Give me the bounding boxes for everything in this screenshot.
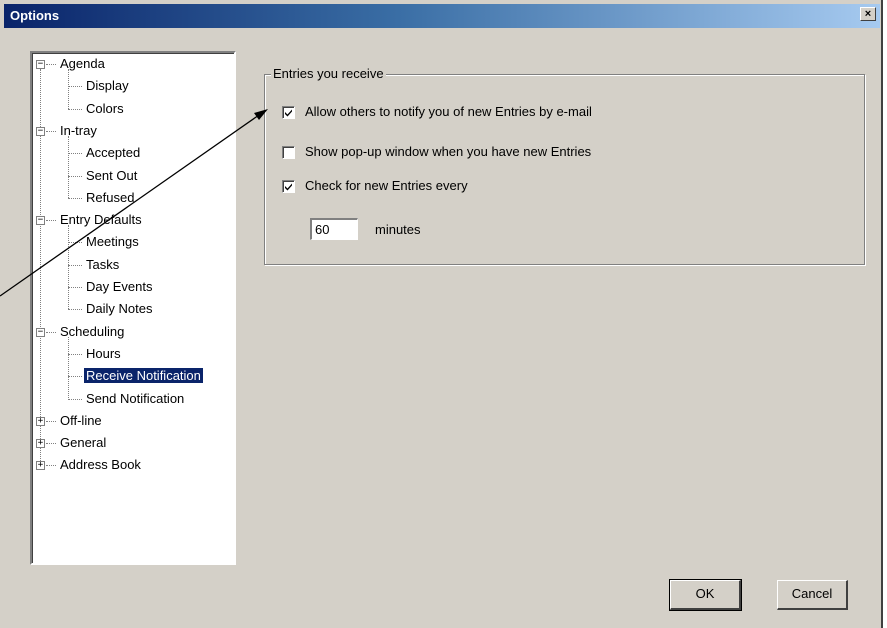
- title-bar[interactable]: Options ×: [4, 4, 880, 28]
- tree-item-day-events[interactable]: Day Events: [84, 278, 154, 296]
- tree-connector: [46, 465, 56, 467]
- check-new-entries-label[interactable]: Check for new Entries every: [305, 178, 468, 193]
- tree-item-refused[interactable]: Refused: [84, 189, 136, 207]
- tree-connector: [68, 153, 82, 155]
- tree-item-in-tray[interactable]: In-tray: [58, 122, 99, 140]
- tree-connector: [68, 108, 82, 110]
- tree-item-label: Entry Defaults: [60, 212, 142, 228]
- cancel-button[interactable]: Cancel: [777, 580, 848, 610]
- tree-item-label: General: [60, 435, 107, 451]
- collapse-icon[interactable]: −: [36, 216, 45, 226]
- expand-icon[interactable]: +: [36, 416, 45, 426]
- tree-connector: [68, 197, 82, 199]
- tree-item-receive-notification[interactable]: Receive Notification: [84, 367, 203, 385]
- tree-connector: [68, 287, 82, 288]
- tree-item-hours[interactable]: Hours: [84, 345, 123, 363]
- tree-connector: [68, 336, 69, 399]
- tree-connector: [68, 264, 82, 266]
- tree-item-label: Day Events: [86, 279, 153, 294]
- expand-icon[interactable]: +: [36, 439, 45, 449]
- check-interval-input[interactable]: [310, 218, 358, 240]
- tree-item-tasks[interactable]: Tasks: [84, 256, 121, 274]
- tree-connector: [68, 376, 82, 378]
- tree-connector: [68, 242, 82, 244]
- tree-connector: [68, 309, 82, 311]
- options-tree[interactable]: Agenda − Display Colors In-tray − Accepted Sent…: [30, 51, 236, 565]
- tree-connector: [68, 175, 82, 177]
- tree-item-label: Accepted: [86, 145, 141, 161]
- tree-connector: [46, 443, 56, 445]
- tree-item-label: In-tray: [60, 122, 97, 138]
- popup-window-label[interactable]: Show pop-up window when you have new Ent…: [305, 144, 591, 159]
- tree-item-label: Tasks: [86, 256, 120, 272]
- tree-item-meetings[interactable]: Meetings: [84, 233, 141, 251]
- tree-item-address-book[interactable]: Address Book: [58, 456, 143, 474]
- check-new-entries-checkbox[interactable]: [282, 180, 295, 193]
- expand-icon[interactable]: +: [36, 461, 45, 471]
- tree-item-label: Address Book: [60, 457, 141, 473]
- check-mark-icon: [285, 109, 292, 117]
- tree-connector: [68, 353, 82, 355]
- collapse-icon[interactable]: −: [36, 126, 45, 136]
- tree-connector: [46, 420, 56, 422]
- interval-unit-label: minutes: [375, 222, 421, 237]
- tree-item-send-notification[interactable]: Send Notification: [84, 390, 186, 408]
- tree-connector: [46, 220, 56, 222]
- tree-item-label: Sent Out: [86, 167, 138, 183]
- allow-notify-email-checkbox[interactable]: [282, 106, 295, 119]
- group-title: Entries you receive: [271, 66, 386, 81]
- tree-item-colors[interactable]: Colors: [84, 100, 126, 118]
- tree-item-label: Meetings: [86, 234, 139, 250]
- tree-item-off-line[interactable]: Off-line: [58, 412, 104, 430]
- tree-item-label: Receive Notification: [84, 368, 203, 384]
- tree-item-label: Refused: [86, 189, 135, 205]
- tree-item-display[interactable]: Display: [84, 77, 131, 95]
- collapse-icon[interactable]: −: [36, 327, 45, 337]
- options-dialog: Options × Agenda − Display Colors In-tray − Ac…: [0, 0, 883, 628]
- tree-item-entry-defaults[interactable]: Entry Defaults: [58, 211, 144, 229]
- tree-connector: [46, 64, 56, 65]
- tree-item-agenda[interactable]: Agenda: [58, 55, 107, 73]
- tree-connector: [46, 331, 56, 333]
- window-title: Options: [10, 8, 60, 23]
- tree-item-label: Colors: [86, 100, 124, 116]
- tree-connector: [68, 69, 69, 109]
- tree-item-general[interactable]: General: [58, 434, 108, 452]
- tree-item-label: Daily Notes: [86, 301, 153, 317]
- check-mark-icon: [285, 183, 292, 191]
- allow-notify-email-label[interactable]: Allow others to notify you of new Entrie…: [305, 104, 592, 119]
- tree-connector: [46, 130, 56, 132]
- tree-item-label: Agenda: [60, 56, 105, 71]
- tree-item-label: Display: [86, 78, 129, 94]
- tree-item-label: Off-line: [60, 412, 102, 428]
- tree-connector: [68, 86, 82, 88]
- tree-item-label: Send Notification: [86, 390, 185, 406]
- close-button[interactable]: ×: [860, 7, 876, 21]
- entries-you-receive-group: Entries you receive Allow others to noti…: [264, 66, 865, 265]
- tree-connector: [68, 398, 82, 400]
- tree-item-label: Hours: [86, 345, 121, 361]
- tree-item-accepted[interactable]: Accepted: [84, 144, 142, 162]
- tree-item-daily-notes[interactable]: Daily Notes: [84, 300, 154, 318]
- tree-item-sent-out[interactable]: Sent Out: [84, 167, 139, 185]
- tree-connector: [68, 225, 69, 310]
- popup-window-checkbox[interactable]: [282, 146, 295, 159]
- ok-button[interactable]: OK: [669, 579, 742, 611]
- tree-connector: [68, 135, 69, 198]
- collapse-icon[interactable]: −: [36, 60, 45, 69]
